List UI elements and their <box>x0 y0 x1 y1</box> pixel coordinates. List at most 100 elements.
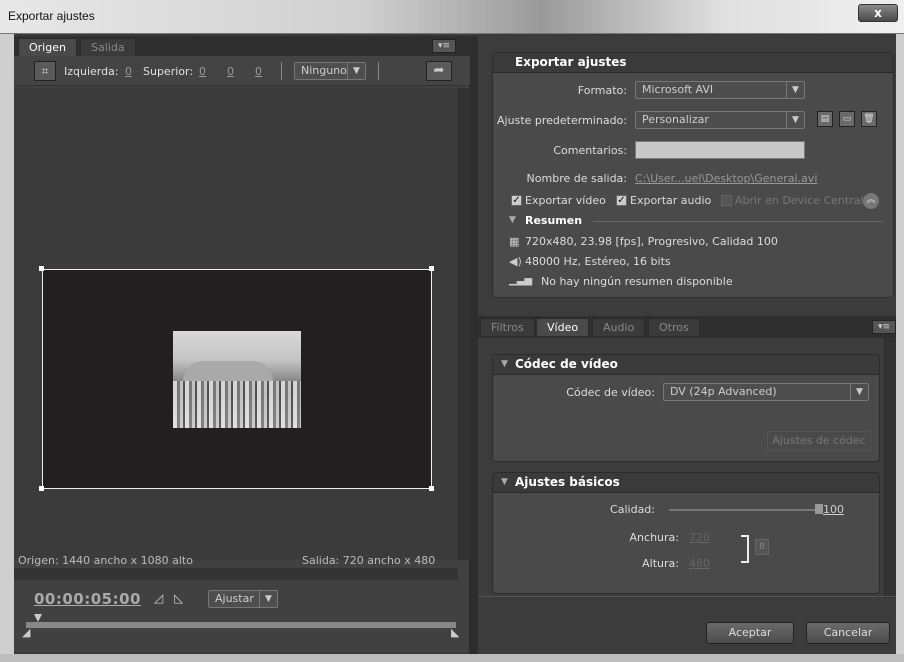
export-settings-header: Exportar ajustes <box>493 53 893 73</box>
in-point-marker-icon[interactable]: ◢ <box>22 626 30 639</box>
crop-icon[interactable]: ⌗ <box>34 61 56 81</box>
summary-triangle-icon[interactable]: ▼ <box>509 215 516 225</box>
export-audio-label: Exportar audio <box>630 194 712 207</box>
aspect-ratio-value: Ninguno <box>301 64 347 77</box>
preview-vertical-scrollbar[interactable] <box>458 88 470 560</box>
save-preset-icon[interactable]: ▤ <box>817 111 833 127</box>
crop-handle[interactable] <box>39 486 44 491</box>
export-settings-group: Exportar ajustes Formato: Microsoft AVI … <box>492 52 894 298</box>
crop-handle[interactable] <box>39 266 44 271</box>
crop-toolbar: ⌗ Izquierda: 0 Superior: 0 0 0 Ninguno ▼… <box>14 56 470 86</box>
quality-value[interactable]: 100 <box>823 503 844 516</box>
collapse-triangle-icon: ▼ <box>501 359 508 369</box>
format-dropdown[interactable]: Microsoft AVI ▼ <box>635 81 805 99</box>
summary-audio-text: 48000 Hz, Estéreo, 16 bits <box>525 255 671 268</box>
chevron-down-icon: ▼ <box>850 384 868 400</box>
export-video-checkbox[interactable]: ✓ <box>511 195 522 206</box>
set-in-point-icon[interactable]: ◿ <box>154 591 163 605</box>
tab-origen[interactable]: Origen <box>18 38 77 56</box>
preset-label: Ajuste predeterminado: <box>497 114 627 127</box>
codec-settings-button[interactable]: Ajustes de códec <box>767 431 871 451</box>
codec-value: DV (24p Advanced) <box>670 385 777 398</box>
codec-dropdown[interactable]: DV (24p Advanced) ▼ <box>663 383 869 401</box>
settings-menu-icon[interactable]: ▾≡ <box>872 320 896 334</box>
source-tabbar: Origen Salida ▾≡ <box>14 36 470 56</box>
top-value[interactable]: 0 <box>199 65 206 78</box>
format-value: Microsoft AVI <box>642 83 714 96</box>
summary-video-text: 720x480, 23.98 [fps], Progresivo, Calida… <box>525 235 778 248</box>
basic-settings-header[interactable]: ▼ Ajustes básicos <box>493 473 879 493</box>
delete-preset-icon[interactable]: 🗑 <box>861 111 877 127</box>
tab-audio[interactable]: Audio <box>592 318 646 336</box>
crop-handle[interactable] <box>429 486 434 491</box>
origin-size-info: Origen: 1440 ancho x 1080 alto <box>18 554 193 567</box>
set-out-point-icon[interactable]: ◺ <box>174 591 183 605</box>
bottom-value[interactable]: 0 <box>255 65 262 78</box>
panel-menu-icon[interactable]: ▾≡ <box>432 39 456 53</box>
quality-label: Calidad: <box>610 503 655 516</box>
video-codec-header[interactable]: ▼ Códec de vídeo <box>493 355 879 375</box>
height-value[interactable]: 480 <box>689 557 710 570</box>
summary-none-text: No hay ningún resumen disponible <box>541 275 733 288</box>
export-audio-checkbox[interactable]: ✓ <box>616 195 627 206</box>
window-frame-bottom <box>0 654 904 662</box>
video-codec-title: Códec de vídeo <box>515 357 618 371</box>
basic-settings-title: Ajustes básicos <box>515 475 620 489</box>
fit-dropdown[interactable]: Ajustar ▼ <box>208 590 278 608</box>
summary-header[interactable]: Resumen <box>525 214 582 227</box>
accept-button[interactable]: Aceptar <box>706 622 794 644</box>
title-bar: Exportar ajustes x <box>0 0 904 34</box>
output-name-link[interactable]: C:\User...uel\Desktop\General.avi <box>635 172 817 185</box>
collapse-triangle-icon: ▼ <box>501 477 508 487</box>
speaker-icon: ◀) <box>509 255 522 268</box>
out-point-marker-icon[interactable]: ◣ <box>451 626 459 639</box>
preview-horizontal-scrollbar[interactable] <box>14 568 458 580</box>
width-label: Anchura: <box>629 531 679 544</box>
close-button[interactable]: x <box>858 4 898 22</box>
tab-salida[interactable]: Salida <box>80 38 136 56</box>
preview-image <box>173 331 301 428</box>
forward-arrow-icon[interactable]: ➦ <box>426 61 452 81</box>
preset-dropdown[interactable]: Personalizar ▼ <box>635 111 805 129</box>
settings-vertical-scrollbar[interactable] <box>884 338 896 598</box>
right-value[interactable]: 0 <box>227 65 234 78</box>
timeline-bar[interactable] <box>26 622 456 628</box>
chain-link-icon[interactable]: 8 <box>755 539 769 555</box>
window-frame-left <box>0 34 14 662</box>
chevron-down-icon: ▼ <box>347 63 365 79</box>
aspect-ratio-dropdown[interactable]: Ninguno ▼ <box>294 62 366 80</box>
settings-tabbar: Filtros Vídeo Audio Otros ▾≡ <box>478 316 896 338</box>
film-icon: ▦ <box>509 235 520 248</box>
window-title: Exportar ajustes <box>8 9 95 23</box>
cancel-button[interactable]: Cancelar <box>806 622 890 644</box>
tab-filtros[interactable]: Filtros <box>480 318 535 336</box>
left-label: Izquierda: <box>64 65 119 78</box>
top-label: Superior: <box>143 65 194 78</box>
source-panel: Origen Salida ▾≡ ⌗ Izquierda: 0 Superior… <box>14 36 470 652</box>
chevron-down-icon: ▼ <box>259 591 277 607</box>
timecode[interactable]: 00:00:05:00 <box>34 590 141 608</box>
panel-splitter[interactable] <box>470 36 478 654</box>
left-value[interactable]: 0 <box>125 65 132 78</box>
tab-otros[interactable]: Otros <box>648 318 700 336</box>
window-frame-right <box>896 34 904 662</box>
playhead[interactable] <box>34 614 42 622</box>
import-preset-icon[interactable]: ▭ <box>839 111 855 127</box>
device-central-label: Abrir en Device Central <box>735 194 864 207</box>
tab-video[interactable]: Vídeo <box>536 318 590 336</box>
comments-label: Comentarios: <box>553 144 627 157</box>
quality-slider-knob[interactable] <box>815 504 823 514</box>
height-label: Altura: <box>642 557 679 570</box>
device-central-checkbox[interactable] <box>721 195 732 206</box>
quality-slider[interactable] <box>669 509 819 511</box>
comments-field[interactable] <box>635 141 805 159</box>
collapse-icon[interactable]: ︽ <box>863 193 879 209</box>
export-video-label: Exportar vídeo <box>525 194 606 207</box>
format-label: Formato: <box>577 84 627 97</box>
width-value[interactable]: 720 <box>689 531 710 544</box>
chevron-down-icon: ▼ <box>786 82 804 98</box>
summary-divider <box>593 221 883 222</box>
crop-handle[interactable] <box>429 266 434 271</box>
output-name-label: Nombre de salida: <box>526 172 627 185</box>
toolbar-divider <box>281 62 282 80</box>
